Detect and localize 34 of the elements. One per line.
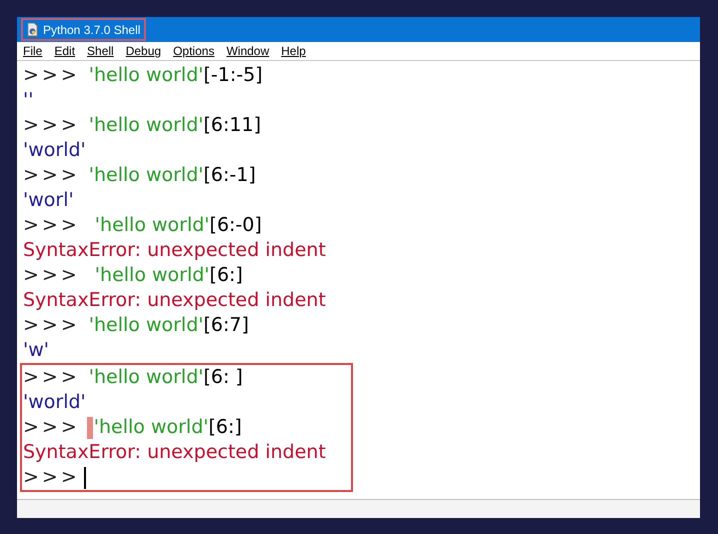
error-message: SyntaxError: unexpected indent [23,238,326,263]
code-line: 'hello world'[6: ] [88,364,243,390]
code-line: 'hello world'[6:] [94,414,242,440]
error-message: SyntaxError: unexpected indent [23,440,326,465]
menu-item[interactable]: Window [226,44,270,58]
menu-item[interactable]: Edit [54,44,76,58]
menu-item[interactable]: Options [173,44,214,58]
output-text: '' [23,88,34,113]
menu-item[interactable]: Help [281,44,306,58]
prompt: >>> [23,212,80,238]
code-line: 'hello world'[6:-0] [94,212,262,238]
output-text: 'worl' [23,188,74,213]
menu-item[interactable]: Debug [126,44,162,58]
menu-item[interactable]: File [23,44,42,58]
prompt: >>> [23,364,80,390]
prompt: >>> [23,414,80,440]
code-line: 'hello world'[-1:-5] [88,62,263,88]
output-text: 'w' [23,338,49,363]
output-text: 'world' [23,138,86,163]
error-message: SyntaxError: unexpected indent [23,288,326,313]
prompt: >>> [23,262,80,288]
code-line: 'hello world'[6:11] [88,112,261,138]
output-text: 'world' [23,390,86,415]
prompt: >>> [23,312,80,338]
prompt: >>> [23,162,80,188]
prompt: >>> [23,62,80,88]
code-line: 'hello world'[6:7] [88,312,249,338]
window-title: Python 3.7.0 Shell [43,22,140,36]
menu-item[interactable]: Shell [87,44,114,58]
prompt: >>> [23,112,80,138]
prompt: >>> [23,464,80,490]
code-line: 'hello world'[6:] [94,262,243,288]
python-icon [26,22,39,37]
code-line: 'hello world'[6:-1] [88,162,256,188]
